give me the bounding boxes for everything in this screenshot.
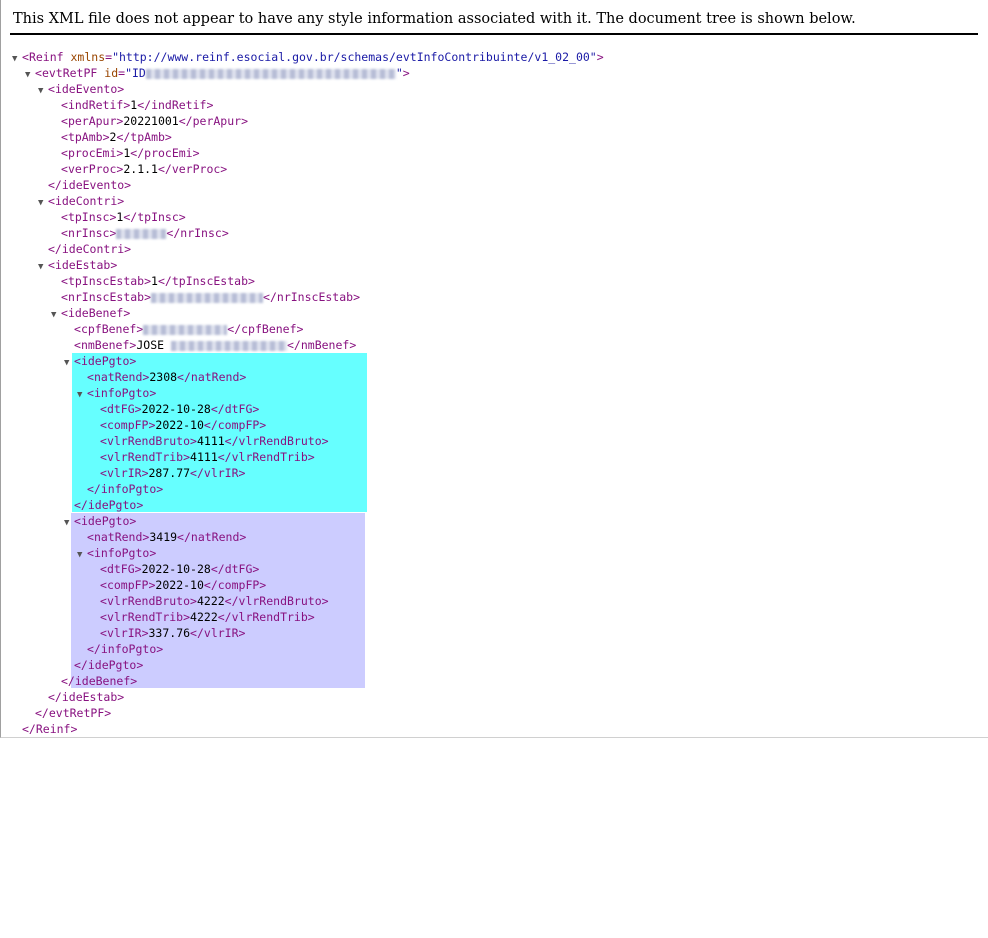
line-ideestab-open: ▼ <ideEstab> bbox=[1, 257, 604, 273]
redacted-cpf bbox=[143, 324, 228, 335]
line-vlrrendbruto-2: <vlrRendBruto>4222</vlrRendBruto> bbox=[100, 594, 329, 608]
line-tpinsc: <tpInsc>1</tpInsc> bbox=[61, 210, 186, 224]
line-reinf-open: ▼ <Reinf xmlns="http://www.reinf.esocial.… bbox=[1, 49, 604, 65]
document-tree: ▼ <Reinf xmlns="http://www.reinf.esocial.… bbox=[1, 49, 604, 737]
attr-xmlns: xmlns bbox=[70, 50, 106, 64]
line-idebenef-close: </ideBenef> bbox=[61, 674, 138, 688]
line-dtfg-2: <dtFG>2022-10-28</dtFG> bbox=[100, 562, 260, 576]
line-evtretpf-open: ▼ <evtRetPF id="ID "> bbox=[1, 65, 604, 81]
attr-id: id bbox=[104, 66, 119, 80]
line-vlrrendtrib-2: <vlrRendTrib>4222</vlrRendTrib> bbox=[100, 610, 315, 624]
line-vlrrendtrib-1: <vlrRendTrib>4111</vlrRendTrib> bbox=[100, 450, 315, 464]
line-natrend-2: <natRend>3419</natRend> bbox=[87, 530, 247, 544]
attr-id-value-prefix: "ID bbox=[125, 66, 146, 80]
line-evtretpf-close: </evtRetPF> bbox=[35, 706, 112, 720]
line-vlrir-2: <vlrIR>337.76</vlrIR> bbox=[100, 626, 246, 640]
line-perapur: <perApur>20221001</perApur> bbox=[61, 114, 248, 128]
line-indretif: <indRetif>1</indRetif> bbox=[61, 98, 214, 112]
line-idepgto1-close: </idePgto> bbox=[74, 498, 144, 512]
line-idebenef-open: ▼ <ideBenef> bbox=[1, 305, 604, 321]
line-idepgto2-close: </idePgto> bbox=[74, 658, 144, 672]
line-dtfg-1: <dtFG>2022-10-28</dtFG> bbox=[100, 402, 260, 416]
line-ideevento-open: ▼ <ideEvento> bbox=[1, 81, 604, 97]
line-idecontri-open: ▼ <ideContri> bbox=[1, 193, 604, 209]
no-style-info-header: This XML file does not appear to have an… bbox=[13, 11, 856, 27]
line-idepgto2-open: ▼ <idePgto> bbox=[1, 513, 604, 529]
line-verproc: <verProc>2.1.1</verProc> bbox=[61, 162, 228, 176]
line-tpamb: <tpAmb>2</tpAmb> bbox=[61, 130, 172, 144]
redacted-nrinscestab bbox=[151, 292, 264, 303]
line-vlrir-1: <vlrIR>287.77</vlrIR> bbox=[100, 466, 246, 480]
line-vlrrendbruto-1: <vlrRendBruto>4111</vlrRendBruto> bbox=[100, 434, 329, 448]
header-divider bbox=[10, 33, 978, 35]
line-nrinscestab: <nrInscEstab> </nrInscEstab> bbox=[61, 290, 361, 304]
line-idepgto1-open: ▼ <idePgto> bbox=[1, 353, 604, 369]
line-infopgto1-close: </infoPgto> bbox=[87, 482, 164, 496]
line-idecontri-close: </ideContri> bbox=[48, 242, 132, 256]
line-infopgto2-close: </infoPgto> bbox=[87, 642, 164, 656]
line-nrinsc: <nrInsc> </nrInsc> bbox=[61, 226, 229, 240]
line-infopgto2-open: ▼ <infoPgto> bbox=[1, 545, 604, 561]
attr-xmlns-value: "http://www.reinf.esocial.gov.br/schemas… bbox=[112, 50, 597, 64]
redacted-id bbox=[145, 68, 396, 79]
redacted-name bbox=[170, 340, 287, 351]
line-infopgto1-open: ▼ <infoPgto> bbox=[1, 385, 604, 401]
line-ideestab-close: </ideEstab> bbox=[48, 690, 125, 704]
line-compfp-2: <compFP>2022-10</compFP> bbox=[100, 578, 267, 592]
line-cpfbenef: <cpfBenef> </cpfBenef> bbox=[74, 322, 304, 336]
line-natrend-1: <natRend>2308</natRend> bbox=[87, 370, 247, 384]
xml-viewer: This XML file does not appear to have an… bbox=[0, 0, 988, 738]
line-procemi: <procEmi>1</procEmi> bbox=[61, 146, 200, 160]
line-tpinscestab: <tpInscEstab>1</tpInscEstab> bbox=[61, 274, 255, 288]
line-nmbenef: <nmBenef>JOSE </nmBenef> bbox=[74, 338, 357, 352]
tag-reinf: Reinf bbox=[28, 50, 64, 64]
redacted-nrinsc bbox=[116, 228, 167, 239]
tag-evtretpf: evtRetPF bbox=[41, 66, 98, 80]
line-reinf-close: </Reinf> bbox=[22, 722, 78, 736]
line-ideevento-close: </ideEvento> bbox=[48, 178, 132, 192]
line-compfp-1: <compFP>2022-10</compFP> bbox=[100, 418, 267, 432]
